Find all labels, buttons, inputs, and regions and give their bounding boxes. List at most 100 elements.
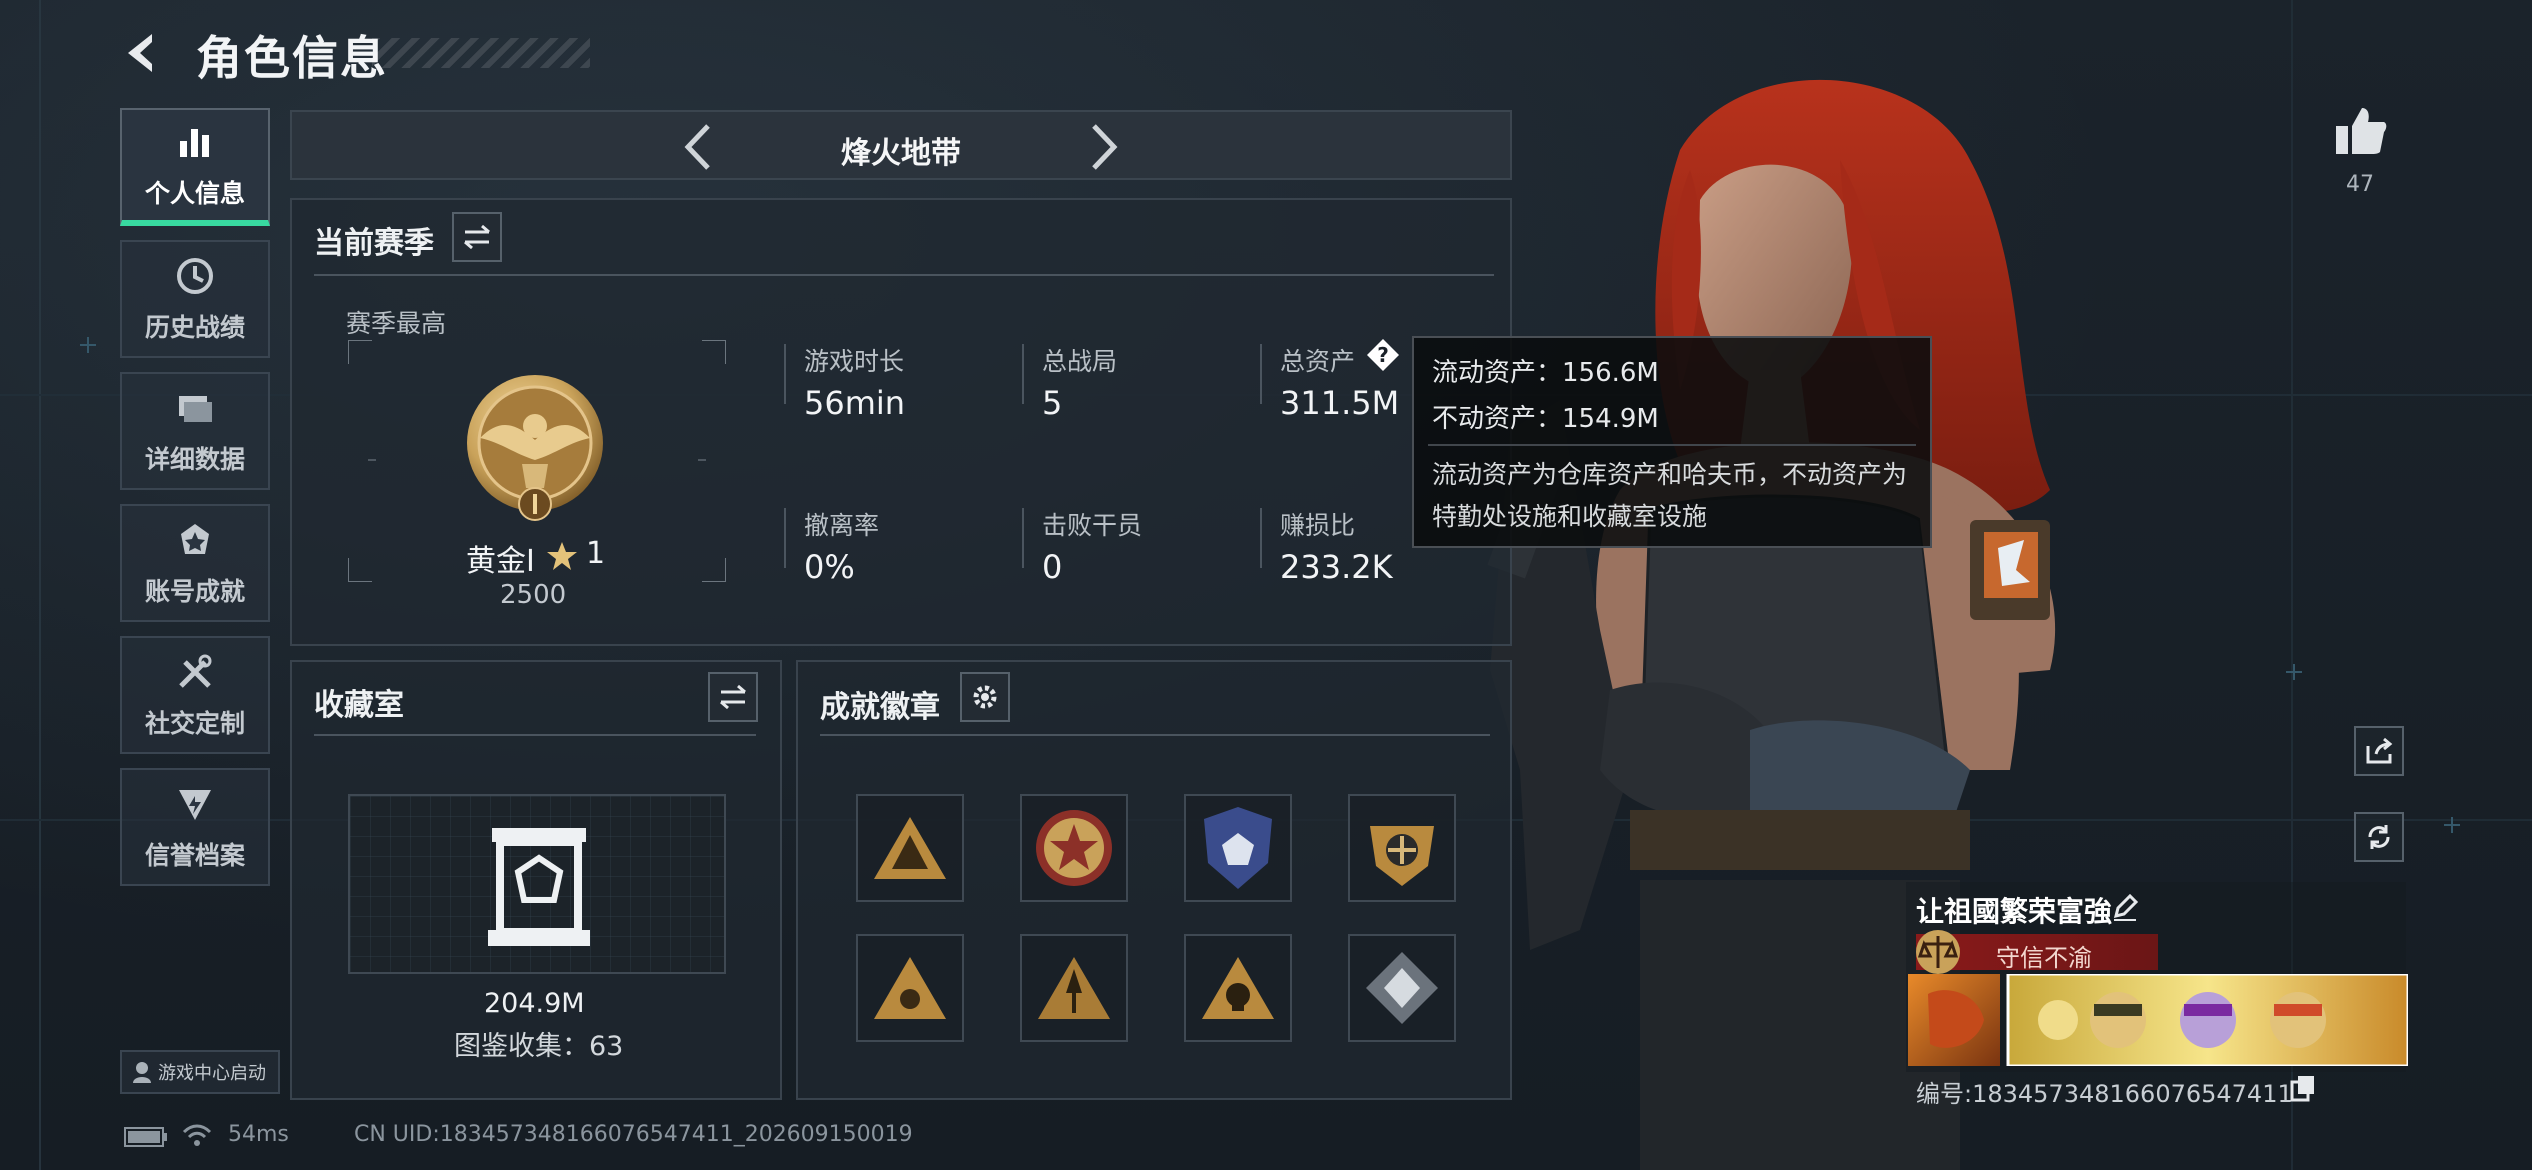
stat-separator <box>1022 344 1024 404</box>
star-medal-icon <box>1036 810 1112 886</box>
svg-text:?: ? <box>1377 343 1389 367</box>
refresh-icon <box>2368 825 2390 849</box>
copy-icon[interactable] <box>2290 1074 2316 1102</box>
stat-label-extraction-rate: 撤离率 <box>804 511 880 540</box>
collection-preview[interactable] <box>348 794 726 974</box>
player-uid: 编号:18345734816607654741​1 <box>1916 1080 2293 1108</box>
stat-label-total-assets: 总资产 <box>1280 347 1356 376</box>
nav-label: 历史战绩 <box>144 313 245 342</box>
badges-settings-button[interactable] <box>960 672 1010 722</box>
diamond-badge-icon <box>1366 952 1438 1024</box>
nav-item-social[interactable]: 社交定制 <box>120 636 270 754</box>
tooltip-liquid-assets: 流动资产：156.6M <box>1432 358 1659 388</box>
thumbs-up-icon[interactable] <box>2334 104 2388 158</box>
collection-catalog: 图鉴收集：63 <box>454 1031 624 1062</box>
player-banner[interactable] <box>1908 974 2408 1066</box>
stat-label-profit-ratio: 赚损比 <box>1280 511 1356 540</box>
collection-switch-button[interactable] <box>708 672 758 722</box>
achievement-icon <box>173 518 217 562</box>
stat-value-extraction-rate: 0% <box>804 548 855 586</box>
badge-slot[interactable] <box>856 934 964 1042</box>
badge-slot[interactable] <box>856 794 964 902</box>
stat-value-operators-defeated: 0 <box>1042 548 1063 586</box>
season-title: 当前赛季 <box>314 226 434 261</box>
stat-value-profit-ratio: 233.2K <box>1280 548 1393 586</box>
stat-value-playtime: 56min <box>804 384 906 422</box>
like-count: 47 <box>2346 172 2374 197</box>
stat-label-matches: 总战局 <box>1042 347 1118 376</box>
refresh-button[interactable] <box>2354 812 2404 862</box>
badge-slot[interactable] <box>1184 934 1292 1042</box>
scales-icon <box>1916 930 1960 974</box>
arrow-badge-icon <box>1038 957 1110 1019</box>
folders-icon <box>173 386 217 430</box>
badge-slot[interactable] <box>1184 794 1292 902</box>
page-title: 角色信息 <box>196 31 388 85</box>
nav-item-achievements[interactable]: 账号成就 <box>120 504 270 622</box>
nav-item-history[interactable]: 历史战绩 <box>120 240 270 358</box>
badges-divider <box>820 734 1490 736</box>
stat-separator <box>784 508 786 568</box>
rank-score: 2500 <box>500 580 567 610</box>
uid-text: CN UID:18345734816607654741​1_2026091500… <box>354 1122 913 1147</box>
tooltip-divider <box>1428 444 1916 446</box>
nav-item-credit[interactable]: 信誉档案 <box>120 768 270 886</box>
gear-icon <box>973 685 997 709</box>
collection-divider <box>314 734 756 736</box>
badge-slot[interactable] <box>1348 794 1456 902</box>
edit-icon[interactable] <box>2110 892 2140 922</box>
game-center-launch-button[interactable]: 游戏中心启动 <box>120 1050 280 1094</box>
zone-next-button[interactable] <box>1078 120 1128 174</box>
season-divider <box>314 274 1494 276</box>
player-name: 让祖國繁荣富強 <box>1916 895 2113 928</box>
battery-icon <box>124 1127 167 1147</box>
launch-label: 游戏中心启动 <box>158 1063 266 1084</box>
stat-label-operators-defeated: 击败干员 <box>1042 511 1143 540</box>
nav-label: 个人信息 <box>144 179 245 208</box>
rank-name: 黄金I <box>466 544 535 579</box>
bar-chart-icon <box>173 120 217 164</box>
badge-slot[interactable] <box>1348 934 1456 1042</box>
tools-icon <box>173 650 217 694</box>
share-icon <box>2366 737 2393 764</box>
stat-value-total-assets: 311.5M <box>1280 384 1400 422</box>
tooltip-fixed-assets: 不动资产：154.9M <box>1432 404 1659 434</box>
stat-separator <box>1260 344 1262 404</box>
stat-separator <box>1022 508 1024 568</box>
clock-icon <box>173 254 217 298</box>
blue-shield-badge-icon <box>1204 807 1272 889</box>
user-icon <box>133 1062 151 1083</box>
badge-slot[interactable] <box>1020 934 1128 1042</box>
title-decoration <box>372 38 590 68</box>
season-switch-button[interactable] <box>452 212 502 262</box>
badges-title: 成就徽章 <box>820 690 940 725</box>
skull-badge-icon <box>1202 957 1274 1019</box>
swap-icon <box>720 684 746 710</box>
stat-value-matches: 5 <box>1042 384 1063 422</box>
season-best-label: 赛季最高 <box>346 309 447 338</box>
collection-value: 204.9M <box>484 988 585 1019</box>
nav-label: 社交定制 <box>144 709 245 738</box>
stat-separator <box>1260 508 1262 568</box>
nav-item-detailed-data[interactable]: 详细数据 <box>120 372 270 490</box>
triangle-badge-icon <box>874 817 946 879</box>
stat-separator <box>784 344 786 404</box>
stat-label-playtime: 游戏时长 <box>804 347 905 376</box>
triangle-eye-badge-icon <box>874 957 946 1019</box>
zone-selector: 烽火地带 <box>290 110 1512 180</box>
player-title: 守信不渝 <box>1996 944 2092 972</box>
nav-label: 信誉档案 <box>144 841 245 870</box>
badge-slot[interactable] <box>1020 794 1128 902</box>
back-button[interactable] <box>118 28 168 78</box>
nav-item-personal-info[interactable]: 个人信息 <box>120 108 270 226</box>
gold-wing-badge-icon <box>1370 826 1434 886</box>
swap-icon <box>464 224 490 250</box>
star-icon <box>547 542 577 570</box>
tooltip-description: 流动资产为仓库资产和哈夫币，不动资产为特勤处设施和收藏室设施 <box>1432 460 1908 531</box>
gold-rank-emblem <box>467 375 603 521</box>
help-icon[interactable]: ? <box>1366 338 1400 372</box>
wifi-icon <box>182 1124 212 1146</box>
credit-shield-icon <box>173 782 217 826</box>
share-button[interactable] <box>2354 726 2404 776</box>
assets-tooltip: 流动资产：156.6M 不动资产：154.9M 流动资产为仓库资产和哈夫币，不动… <box>1412 336 1932 548</box>
